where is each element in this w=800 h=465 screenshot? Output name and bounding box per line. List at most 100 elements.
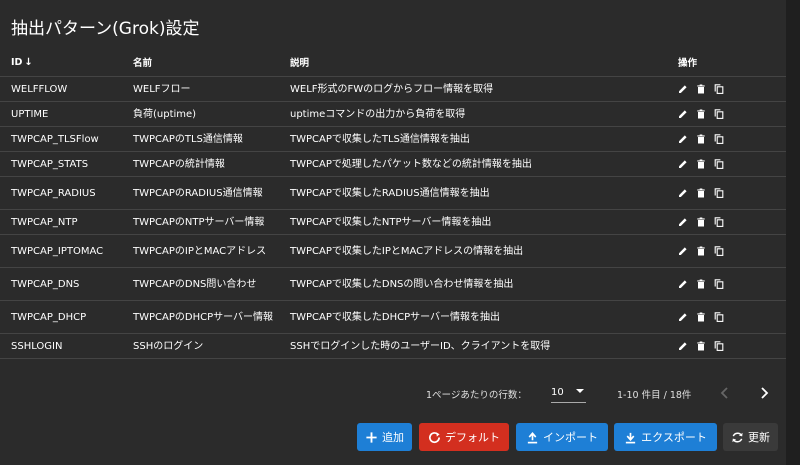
caret-down-icon (576, 389, 584, 393)
table-row[interactable]: WELFFLOW WELFフロー WELF形式のFWのログからフロー情報を取得 (0, 76, 786, 102)
table-row[interactable]: TWPCAP_STATS TWPCAPの統計情報 TWPCAPで処理したパケット数な… (0, 151, 786, 177)
cell-description: TWPCAPで収集したDHCPサーバー情報を抽出 (290, 300, 678, 334)
copy-icon[interactable] (714, 246, 724, 256)
add-button[interactable]: 追加 (357, 423, 412, 451)
cell-name: TWPCAPのDHCPサーバー情報 (133, 311, 274, 323)
cell-id: TWPCAP_DHCP (0, 300, 133, 334)
delete-icon[interactable] (696, 312, 706, 322)
copy-icon[interactable] (714, 84, 724, 94)
cell-actions (678, 151, 786, 177)
pagination: 1ページあたりの行数： 10 1-10 件目 / 18件 (0, 380, 786, 408)
cell-id: WELFFLOW (0, 76, 133, 102)
cell-actions (678, 76, 786, 102)
edit-icon[interactable] (678, 341, 688, 351)
table-row[interactable]: TWPCAP_RADIUS TWPCAPのRADIUS通信情報 TWPCAPで収集し… (0, 176, 786, 210)
cell-name-wrap: TWPCAPのNTPサーバー情報 (133, 209, 290, 235)
delete-icon[interactable] (696, 279, 706, 289)
delete-icon[interactable] (696, 341, 706, 351)
row-actions (678, 217, 786, 227)
export-button[interactable]: エクスポート (614, 423, 717, 451)
page-title: 抽出パターン(Grok)設定 (11, 19, 200, 39)
row-actions (678, 159, 786, 169)
column-header-id[interactable]: ID ↓ (0, 48, 133, 77)
rows-per-page-label: 1ページあたりの行数： (426, 390, 527, 401)
table-row[interactable]: UPTIME 負荷(uptime) uptimeコマンドの出力から負荷を取得 (0, 101, 786, 127)
refresh-icon (732, 432, 743, 442)
cell-name: TWPCAPのDNS問い合わせ (133, 278, 257, 290)
column-header-actions: 操作 (678, 48, 786, 77)
copy-icon[interactable] (714, 217, 724, 227)
delete-icon[interactable] (696, 109, 706, 119)
previous-page-button[interactable] (718, 384, 732, 402)
edit-icon[interactable] (678, 217, 688, 227)
cell-id: TWPCAP_DNS (0, 267, 133, 301)
row-actions (678, 312, 786, 322)
import-button[interactable]: インポート (516, 423, 608, 451)
row-actions (678, 279, 786, 289)
edit-icon[interactable] (678, 188, 688, 198)
row-actions (678, 188, 786, 198)
cell-description: uptimeコマンドの出力から負荷を取得 (290, 101, 678, 127)
rows-per-page-select[interactable]: 10 (551, 384, 586, 403)
edit-icon[interactable] (678, 109, 688, 119)
cell-id: SSHLOGIN (0, 333, 133, 359)
delete-icon[interactable] (696, 159, 706, 169)
edit-icon[interactable] (678, 134, 688, 144)
copy-icon[interactable] (714, 341, 724, 351)
cell-name-wrap: TWPCAPのTLS通信情報 (133, 126, 290, 152)
cell-id: TWPCAP_RADIUS (0, 176, 133, 210)
row-actions (678, 84, 786, 94)
table-row[interactable]: TWPCAP_TLSFlow TWPCAPのTLS通信情報 TWPCAPで収集したT… (0, 126, 786, 152)
delete-icon[interactable] (696, 188, 706, 198)
cell-name-wrap: TWPCAPのIPとMACアドレス (133, 234, 290, 268)
delete-icon[interactable] (696, 217, 706, 227)
delete-icon[interactable] (696, 134, 706, 144)
table-row[interactable]: SSHLOGIN SSHのログイン SSHでログインした時のユーザーID、クライアン… (0, 333, 786, 359)
delete-icon[interactable] (696, 246, 706, 256)
delete-icon[interactable] (696, 84, 706, 94)
download-icon (626, 432, 636, 443)
copy-icon[interactable] (714, 109, 724, 119)
sort-arrow-icon: ↓ (24, 56, 33, 68)
edit-icon[interactable] (678, 246, 688, 256)
table-header-row: ID ↓ 名前 説明 操作 (0, 48, 786, 77)
cell-id: UPTIME (0, 101, 133, 127)
copy-icon[interactable] (714, 188, 724, 198)
row-actions (678, 341, 786, 351)
plus-icon (366, 431, 377, 443)
edit-icon[interactable] (678, 159, 688, 169)
copy-icon[interactable] (714, 279, 724, 289)
export-button-label: エクスポート (641, 431, 707, 444)
table-row[interactable]: TWPCAP_DHCP TWPCAPのDHCPサーバー情報 TWPCAPで収集したD… (0, 300, 786, 334)
cell-id: TWPCAP_TLSFlow (0, 126, 133, 152)
cell-actions (678, 209, 786, 235)
cell-description: TWPCAPで収集したDNSの問い合わせ情報を抽出 (290, 267, 678, 301)
grok-settings-panel: 抽出パターン(Grok)設定 ID ↓ 名前 説明 操作 WELFFLOW WELF… (0, 0, 786, 465)
cell-description: TWPCAPで処理したパケット数などの統計情報を抽出 (290, 151, 678, 177)
edit-icon[interactable] (678, 84, 688, 94)
cell-name: 負荷(uptime) (133, 108, 197, 120)
edit-icon[interactable] (678, 312, 688, 322)
table-row[interactable]: TWPCAP_IPTOMAC TWPCAPのIPとMACアドレス TWPCAPで収集… (0, 234, 786, 268)
table-row[interactable]: TWPCAP_NTP TWPCAPのNTPサーバー情報 TWPCAPで収集したNTP… (0, 209, 786, 235)
cell-name: TWPCAPのNTPサーバー情報 (133, 216, 265, 228)
copy-icon[interactable] (714, 134, 724, 144)
copy-icon[interactable] (714, 159, 724, 169)
cell-name-wrap: WELFフロー (133, 76, 290, 102)
cell-id: TWPCAP_IPTOMAC (0, 234, 133, 268)
cell-name-wrap: 負荷(uptime) (133, 101, 290, 127)
refresh-button[interactable]: 更新 (723, 423, 778, 451)
cell-actions (678, 267, 786, 301)
default-button[interactable]: デフォルト (419, 423, 509, 451)
copy-icon[interactable] (714, 312, 724, 322)
page-scrollbar[interactable] (786, 0, 800, 465)
cell-actions (678, 333, 786, 359)
cell-description: TWPCAPで収集したNTPサーバー情報を抽出 (290, 209, 678, 235)
grok-pattern-table: ID ↓ 名前 説明 操作 WELFFLOW WELFフロー WELF形式のFWのログ… (0, 48, 786, 359)
table-row[interactable]: TWPCAP_DNS TWPCAPのDNS問い合わせ TWPCAPで収集したDNSの… (0, 267, 786, 301)
cell-name-wrap: TWPCAPのRADIUS通信情報 (133, 176, 290, 210)
cell-id: TWPCAP_NTP (0, 209, 133, 235)
next-page-button[interactable] (757, 384, 771, 402)
edit-icon[interactable] (678, 279, 688, 289)
chevron-right-icon (761, 387, 769, 399)
